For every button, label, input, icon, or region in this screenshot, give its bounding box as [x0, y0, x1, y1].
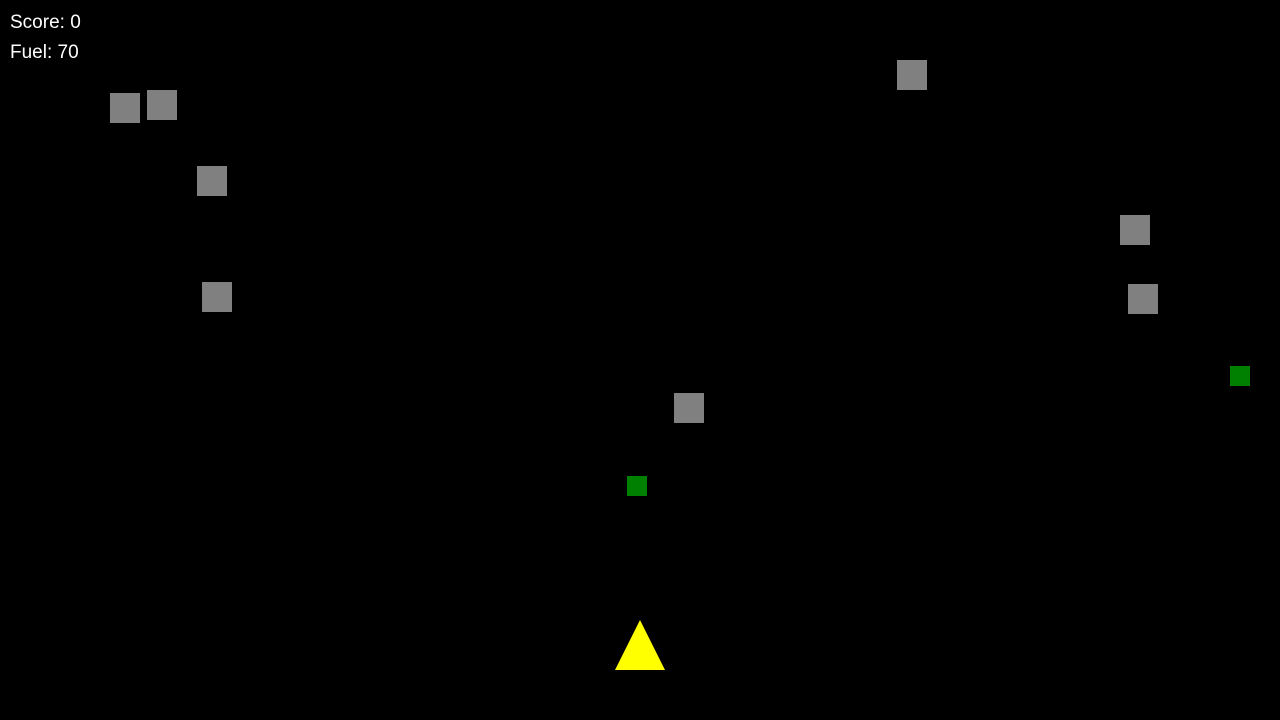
- fuel-pickup: [627, 476, 647, 496]
- fuel-display: Fuel: 70: [10, 42, 79, 64]
- asteroid: [147, 90, 177, 120]
- player-ship-shape: [615, 620, 665, 670]
- asteroid: [897, 60, 927, 90]
- asteroid: [1120, 215, 1150, 245]
- asteroid: [197, 166, 227, 196]
- score-value: 0: [70, 12, 81, 33]
- player-ship-icon[interactable]: [615, 620, 665, 670]
- score-display: Score: 0: [10, 12, 81, 34]
- asteroid: [110, 93, 140, 123]
- fuel-label: Fuel:: [10, 42, 58, 63]
- asteroid: [1128, 284, 1158, 314]
- asteroid: [674, 393, 704, 423]
- fuel-pickup: [1230, 366, 1250, 386]
- score-label: Score:: [10, 12, 71, 33]
- game-canvas[interactable]: Score: 0 Fuel: 70: [0, 0, 1280, 720]
- fuel-value: 70: [57, 42, 79, 63]
- asteroid: [202, 282, 232, 312]
